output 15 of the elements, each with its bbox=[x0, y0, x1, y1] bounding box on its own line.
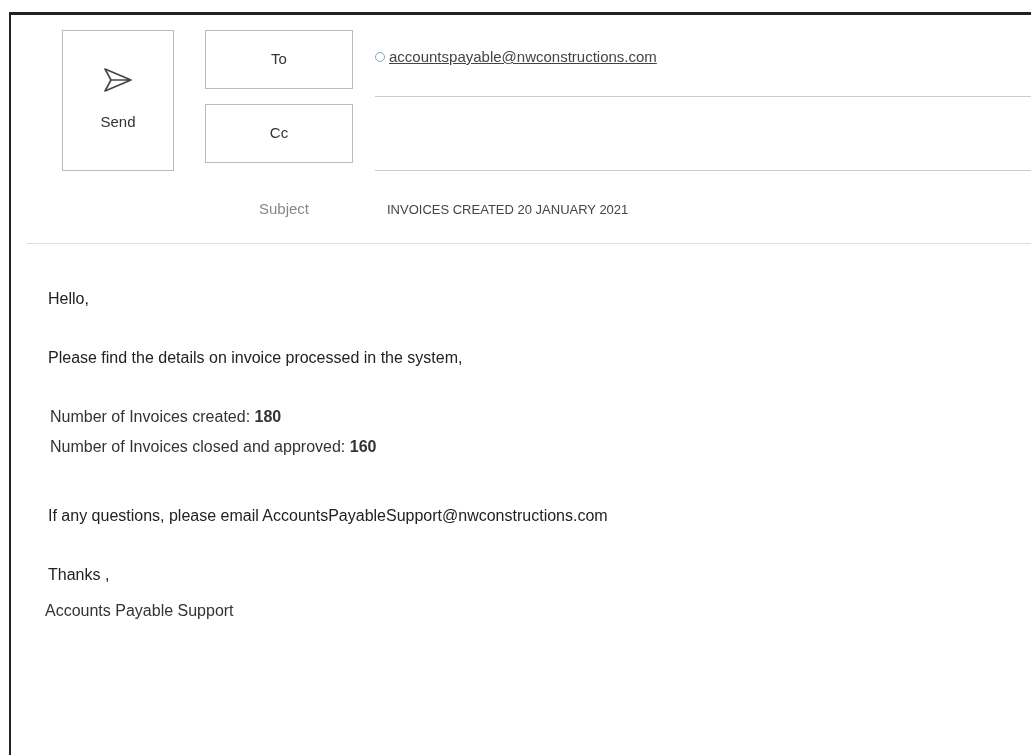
to-field[interactable]: accountspayable@nwconstructions.com bbox=[375, 30, 1031, 97]
body-paragraph: Please find the details on invoice processed in the system, bbox=[48, 347, 464, 368]
to-button[interactable]: To bbox=[205, 30, 353, 89]
send-button[interactable]: Send bbox=[62, 30, 174, 171]
send-icon bbox=[103, 67, 133, 94]
invoice-count-line: Number of Invoices created: 180 bbox=[50, 406, 283, 427]
invoice-count-line: Number of Invoices closed and approved: 160 bbox=[50, 436, 378, 457]
subject-label: Subject bbox=[259, 199, 311, 219]
subject-field[interactable]: INVOICES CREATED 20 JANUARY 2021 bbox=[387, 199, 629, 219]
sign-off-text: Thanks , bbox=[48, 564, 111, 585]
body-paragraph: If any questions, please email AccountsPayableSupport@nwconstructions.com bbox=[48, 505, 609, 526]
cc-button[interactable]: Cc bbox=[205, 104, 353, 163]
recipient-address[interactable]: accountspayable@nwconstructions.com bbox=[389, 46, 657, 69]
signature-name: Accounts Payable Support bbox=[45, 600, 235, 621]
body-paragraph: Hello, bbox=[48, 288, 90, 309]
